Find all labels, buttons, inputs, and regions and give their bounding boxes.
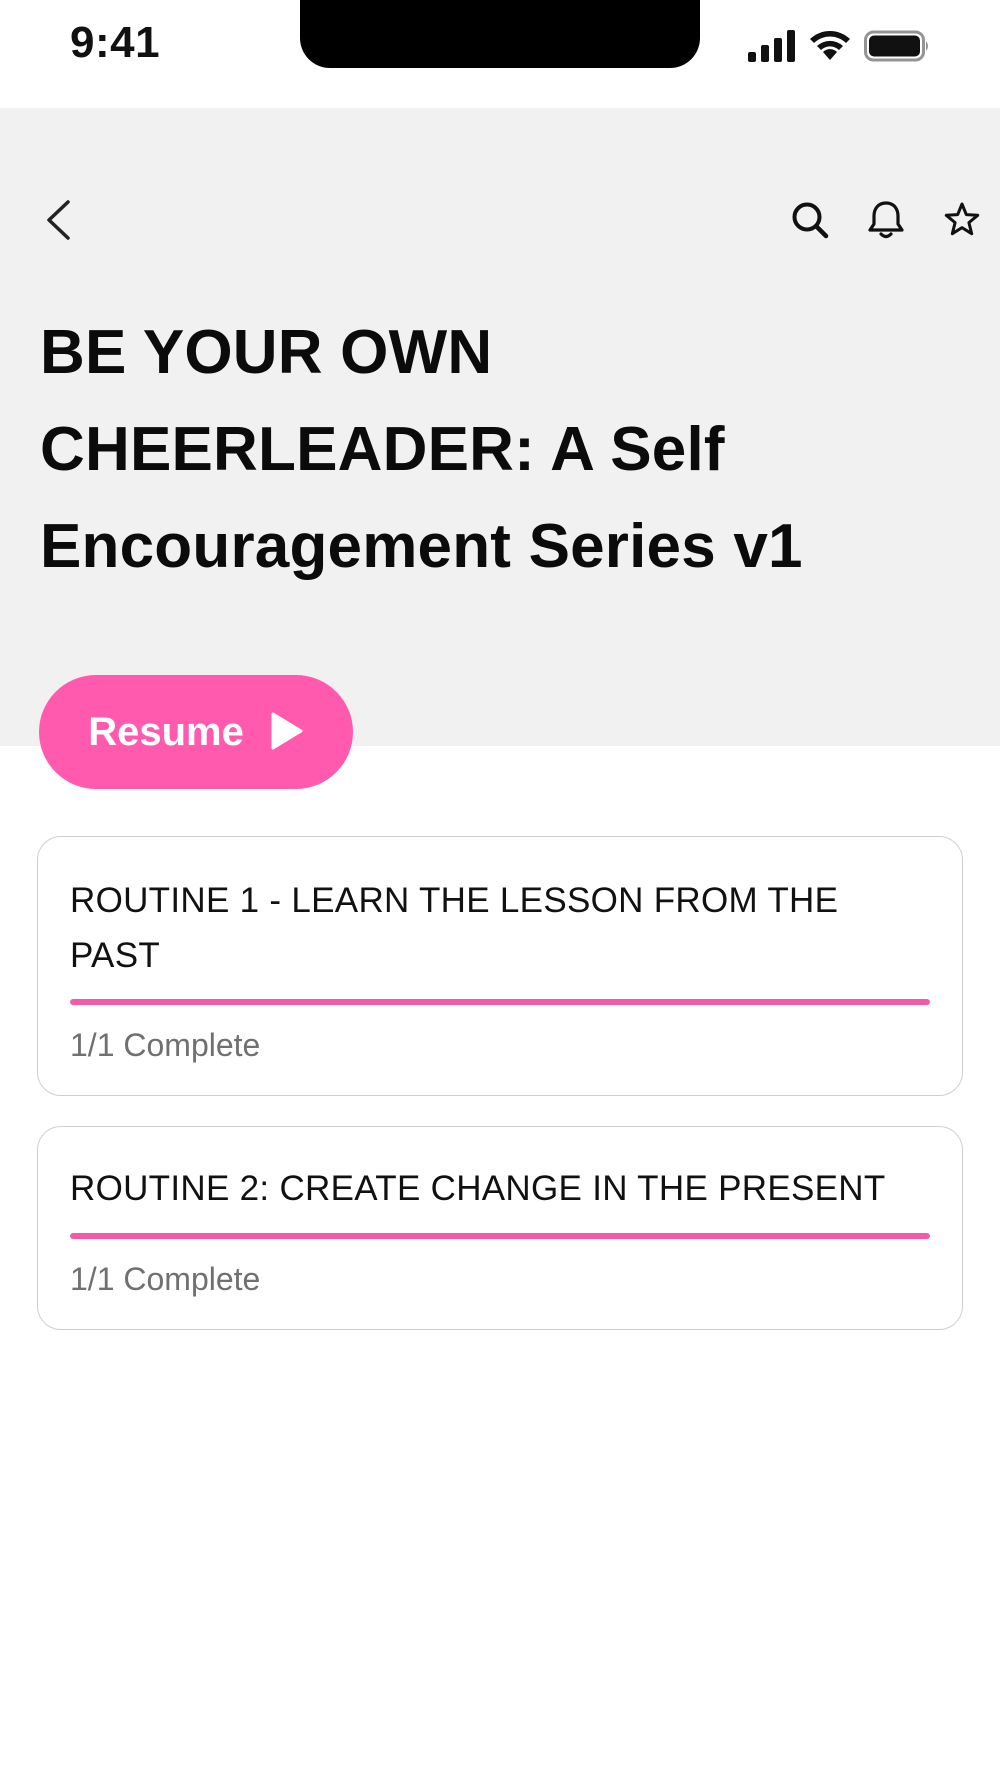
routine-progress-bar [70,1233,930,1239]
favorite-button[interactable] [924,192,1000,252]
routine-progress-fill [70,1233,930,1239]
course-header: BE YOUR OWN CHEERLEADER: A Self Encourag… [0,108,1000,746]
routine-status: 1/1 Complete [70,1027,261,1063]
back-button[interactable] [36,192,80,252]
star-icon [943,201,981,244]
routine-card-2[interactable]: ROUTINE 2: CREATE CHANGE IN THE PRESENT … [37,1126,963,1330]
device-notch [300,0,700,68]
notifications-button[interactable] [848,192,924,252]
routine-title: ROUTINE 1 - LEARN THE LESSON FROM THE PA… [70,881,839,975]
routine-status: 1/1 Complete [70,1261,261,1297]
wifi-icon [808,30,852,62]
routine-progress-fill [70,999,930,1005]
resume-button[interactable]: Resume [39,675,353,789]
resume-label: Resume [88,709,244,754]
routine-progress-bar [70,999,930,1005]
routine-title: ROUTINE 2: CREATE CHANGE IN THE PRESENT [70,1169,886,1208]
status-bar: 9:41 [0,0,1000,108]
search-button[interactable] [772,192,848,252]
status-time: 9:41 [70,18,161,67]
page-title: BE YOUR OWN CHEERLEADER: A Self Encourag… [40,318,803,581]
header-actions [772,192,1000,252]
battery-icon [864,30,930,62]
search-icon [790,200,830,245]
cellular-signal-icon [748,30,796,62]
status-icons [748,30,930,62]
bell-icon [866,199,906,246]
play-icon [270,711,304,754]
chevron-left-icon [44,199,72,246]
routine-card-1[interactable]: ROUTINE 1 - LEARN THE LESSON FROM THE PA… [37,836,963,1096]
